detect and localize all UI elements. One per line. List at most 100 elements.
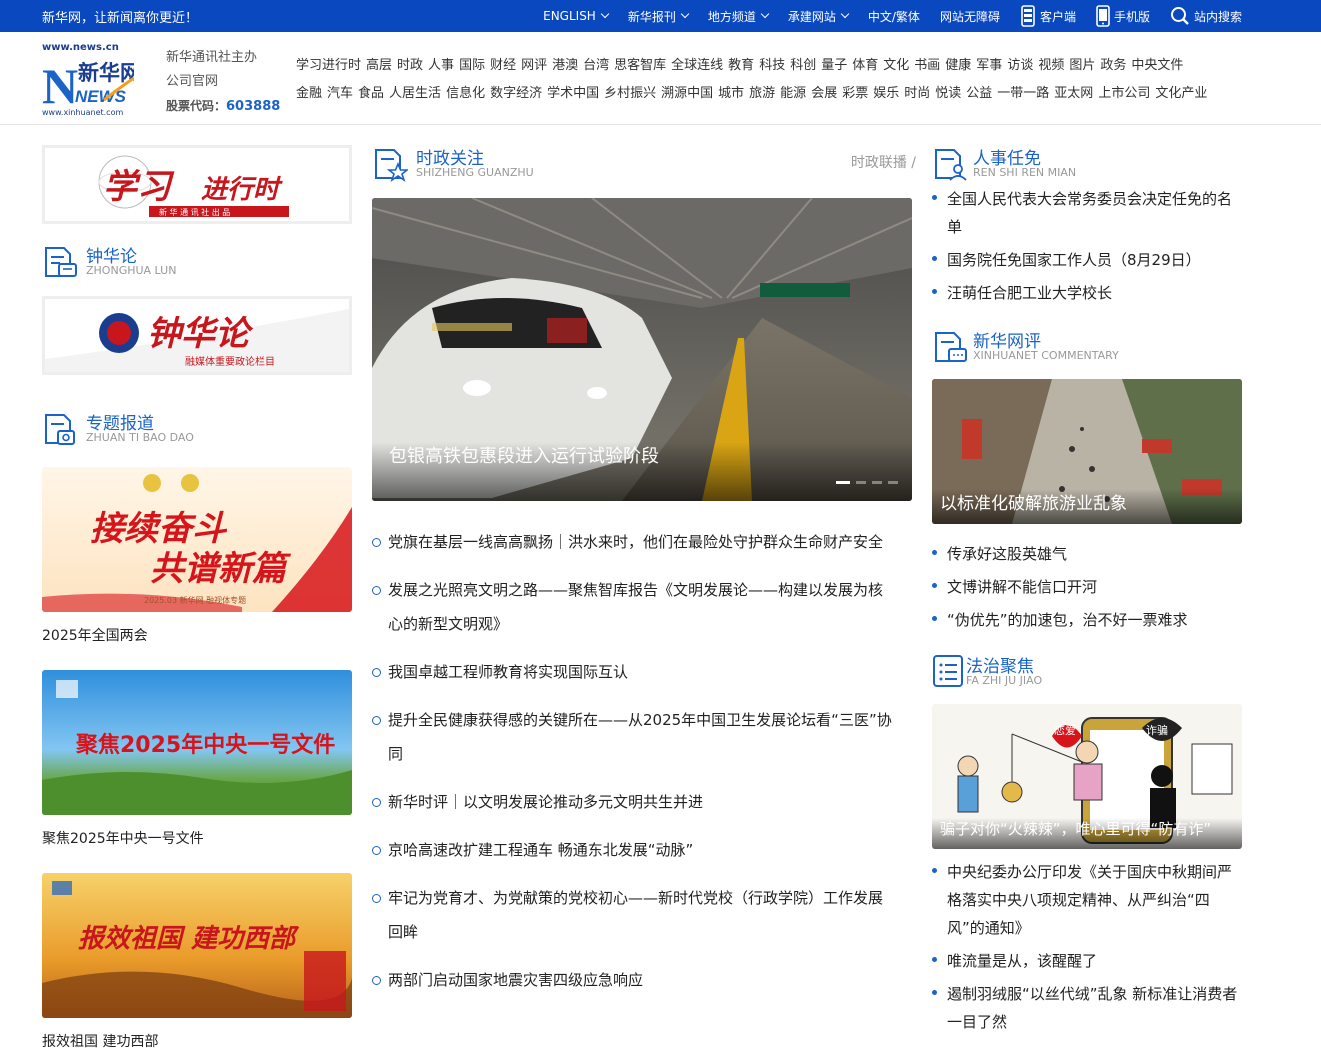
channel-link[interactable]: 军事 bbox=[976, 58, 1002, 73]
section-shizheng-subtitle: SHIZHENG GUANZHU bbox=[416, 166, 534, 179]
channel-link[interactable]: 学习进行时 bbox=[296, 58, 361, 73]
special-image-lianghui[interactable]: 接续奋斗 共谱新篇 2025.03 新华网 融视体专题 bbox=[42, 467, 352, 612]
channel-link[interactable]: 思客智库 bbox=[614, 58, 666, 73]
slide-dot[interactable] bbox=[872, 481, 882, 484]
channel-link[interactable]: 溯源中国 bbox=[661, 86, 713, 101]
site-logo[interactable]: www.news.cn N 新华网 NEWS www.xinhuanet.com bbox=[42, 42, 134, 118]
list-item[interactable]: 遏制羽绒服“以丝代绒”乱象 新标准让消费者一目了然 bbox=[932, 980, 1242, 1036]
special-caption-xibu[interactable]: 报效祖国 建功西部 bbox=[42, 1031, 158, 1051]
channel-item: 上市公司 bbox=[1098, 80, 1150, 108]
channel-link[interactable]: 时政 bbox=[397, 58, 423, 73]
channel-link[interactable]: 网评 bbox=[521, 58, 547, 73]
list-item[interactable]: 国务院任免国家工作人员（8月29日） bbox=[932, 246, 1242, 274]
channel-link[interactable]: 食品 bbox=[358, 86, 384, 101]
channel-nav: 学习进行时 高层 时政 人事 国际 财经 网评 港澳 台湾 思客智库 全球连线 教育 科技 科创 量子 体育文… bbox=[296, 52, 1241, 108]
channel-link[interactable]: 国际 bbox=[459, 58, 485, 73]
special-image-yihao[interactable]: 聚焦2025年中央一号文件 bbox=[42, 670, 352, 815]
channel-link[interactable]: 悦读 bbox=[935, 86, 961, 101]
shizheng-more-link[interactable]: 时政联播 / bbox=[851, 152, 916, 172]
slide-dot-active[interactable] bbox=[836, 481, 850, 484]
channel-link[interactable]: 信息化 bbox=[446, 86, 485, 101]
channel-link[interactable]: 中央文件 bbox=[1131, 58, 1183, 73]
list-item[interactable]: 牢记为党育才、为党献策的党校初心——新时代党校（行政学院）工作发展回眸 bbox=[372, 881, 892, 949]
xuexi-banner[interactable]: 学习 进行时 新 华 通 讯 社 出 品 bbox=[42, 145, 352, 224]
section-renshi-subtitle: REN SHI REN MIAN bbox=[973, 166, 1077, 179]
top-nav-mobile[interactable]: 手机版 bbox=[1096, 5, 1150, 27]
channel-link[interactable]: 科技 bbox=[759, 58, 785, 73]
channel-link[interactable]: 乡村振兴 bbox=[604, 86, 656, 101]
top-nav-client[interactable]: 客户端 bbox=[1020, 5, 1076, 27]
top-nav-traditional[interactable]: 中文/繁体 bbox=[868, 8, 920, 25]
channel-link[interactable]: 教育 bbox=[728, 58, 754, 73]
list-item[interactable]: “伪优先”的加速包，治不好一票难求 bbox=[932, 606, 1242, 634]
slide-dot[interactable] bbox=[856, 481, 866, 484]
special-image-xibu[interactable]: 报效祖国 建功西部 bbox=[42, 873, 352, 1018]
channel-link[interactable]: 上市公司 bbox=[1098, 86, 1150, 101]
channel-link[interactable]: 视频 bbox=[1038, 58, 1064, 73]
top-nav-english[interactable]: ENGLISH bbox=[543, 9, 610, 23]
channel-link[interactable]: 图片 bbox=[1069, 58, 1095, 73]
fazhi-image[interactable]: 恋爱 诈骗 骗子对你“火辣辣”，唯心里可得“防有诈” bbox=[932, 704, 1242, 849]
slide-dot[interactable] bbox=[888, 481, 898, 484]
top-nav-search[interactable]: 站内搜索 bbox=[1170, 6, 1242, 26]
list-item[interactable]: 汪萌任合肥工业大学校长 bbox=[932, 279, 1242, 307]
channel-link[interactable]: 体育 bbox=[852, 58, 878, 73]
wangping-image[interactable]: 以标准化破解旅游业乱象 bbox=[932, 379, 1242, 524]
channel-item: 溯源中国 bbox=[661, 80, 713, 108]
channel-link[interactable]: 书画 bbox=[914, 58, 940, 73]
zhonghua-banner[interactable]: 钟华论 融媒体重要政论栏目 bbox=[42, 296, 352, 375]
top-nav-newspapers[interactable]: 新华报刊 bbox=[628, 8, 690, 25]
channel-link[interactable]: 全球连线 bbox=[671, 58, 723, 73]
channel-link[interactable]: 金融 bbox=[296, 86, 322, 101]
list-item[interactable]: 唯流量是从，该醒醒了 bbox=[932, 947, 1242, 975]
top-nav-local-channels[interactable]: 地方频道 bbox=[708, 8, 770, 25]
channel-link[interactable]: 能源 bbox=[780, 86, 806, 101]
channel-link[interactable]: 时尚 bbox=[904, 86, 930, 101]
channel-link[interactable]: 公益 bbox=[966, 86, 992, 101]
channel-link[interactable]: 学术中国 bbox=[547, 86, 599, 101]
channel-link[interactable]: 量子 bbox=[821, 58, 847, 73]
list-item[interactable]: 两部门启动国家地震灾害四级应急响应 bbox=[372, 963, 892, 997]
channel-item: 科技 bbox=[759, 52, 785, 80]
list-item[interactable]: 我国卓越工程师教育将实现国际互认 bbox=[372, 655, 892, 689]
channel-link[interactable]: 政务 bbox=[1100, 58, 1126, 73]
channel-link[interactable]: 城市 bbox=[718, 86, 744, 101]
channel-link[interactable]: 台湾 bbox=[583, 58, 609, 73]
slideshow-dots bbox=[836, 481, 898, 484]
channel-link[interactable]: 汽车 bbox=[327, 86, 353, 101]
channel-link[interactable]: 数字经济 bbox=[490, 86, 542, 101]
list-item[interactable]: 提升全民健康获得感的关键所在——从2025年中国卫生发展论坛看“三医”协同 bbox=[372, 703, 892, 771]
top-bar: 新华网，让新闻离你更近！ ENGLISH 新华报刊 地方频道 承建网站 中文/繁… bbox=[0, 0, 1321, 32]
list-item[interactable]: 全国人民代表大会常务委员会决定任免的名单 bbox=[932, 185, 1242, 241]
channel-link[interactable]: 旅游 bbox=[749, 86, 775, 101]
wangping-list: 传承好这股英雄气 文博讲解不能信口开河 “伪优先”的加速包，治不好一票难求 bbox=[932, 540, 1242, 634]
special-caption-yihao[interactable]: 聚焦2025年中央一号文件 bbox=[42, 828, 204, 848]
headline-slideshow[interactable]: 包银高铁包惠段进入运行试验阶段 bbox=[372, 198, 912, 501]
channel-link[interactable]: 亚太网 bbox=[1054, 86, 1093, 101]
list-item[interactable]: 京哈高速改扩建工程通车 畅通东北发展“动脉” bbox=[372, 833, 892, 867]
channel-link[interactable]: 健康 bbox=[945, 58, 971, 73]
channel-link[interactable]: 娱乐 bbox=[873, 86, 899, 101]
channel-link[interactable]: 人事 bbox=[428, 58, 454, 73]
list-item[interactable]: 新华时评｜以文明发展论推动多元文明共生并进 bbox=[372, 785, 892, 819]
channel-link[interactable]: 访谈 bbox=[1007, 58, 1033, 73]
list-item[interactable]: 中央纪委办公厅印发《关于国庆中秋期间严格落实中央八项规定精神、从严纠治“四风”的… bbox=[932, 858, 1242, 942]
channel-link[interactable]: 人居生活 bbox=[389, 86, 441, 101]
channel-link[interactable]: 科创 bbox=[790, 58, 816, 73]
list-item[interactable]: 传承好这股英雄气 bbox=[932, 540, 1242, 568]
channel-link[interactable]: 财经 bbox=[490, 58, 516, 73]
list-item[interactable]: 发展之光照亮文明之路——聚焦智库报告《文明发展论——构建以发展为核心的新型文明观… bbox=[372, 573, 892, 641]
channel-link[interactable]: 文化产业 bbox=[1155, 86, 1207, 101]
channel-link[interactable]: 一带一路 bbox=[997, 86, 1049, 101]
list-item[interactable]: 文博讲解不能信口开河 bbox=[932, 573, 1242, 601]
channel-link[interactable]: 高层 bbox=[366, 58, 392, 73]
top-nav-accessibility[interactable]: 网站无障碍 bbox=[940, 8, 1000, 25]
channel-link[interactable]: 港澳 bbox=[552, 58, 578, 73]
list-item[interactable]: 党旗在基层一线高高飘扬｜洪水来时，他们在最险处守护群众生命财产安全 bbox=[372, 525, 892, 559]
channel-link[interactable]: 会展 bbox=[811, 86, 837, 101]
special-caption-lianghui[interactable]: 2025年全国两会 bbox=[42, 625, 148, 645]
channel-link[interactable]: 彩票 bbox=[842, 86, 868, 101]
section-fazhi: 法治聚焦 FA ZHI JU JIAO bbox=[932, 654, 1242, 694]
channel-link[interactable]: 文化 bbox=[883, 58, 909, 73]
top-nav-built-sites[interactable]: 承建网站 bbox=[788, 8, 850, 25]
